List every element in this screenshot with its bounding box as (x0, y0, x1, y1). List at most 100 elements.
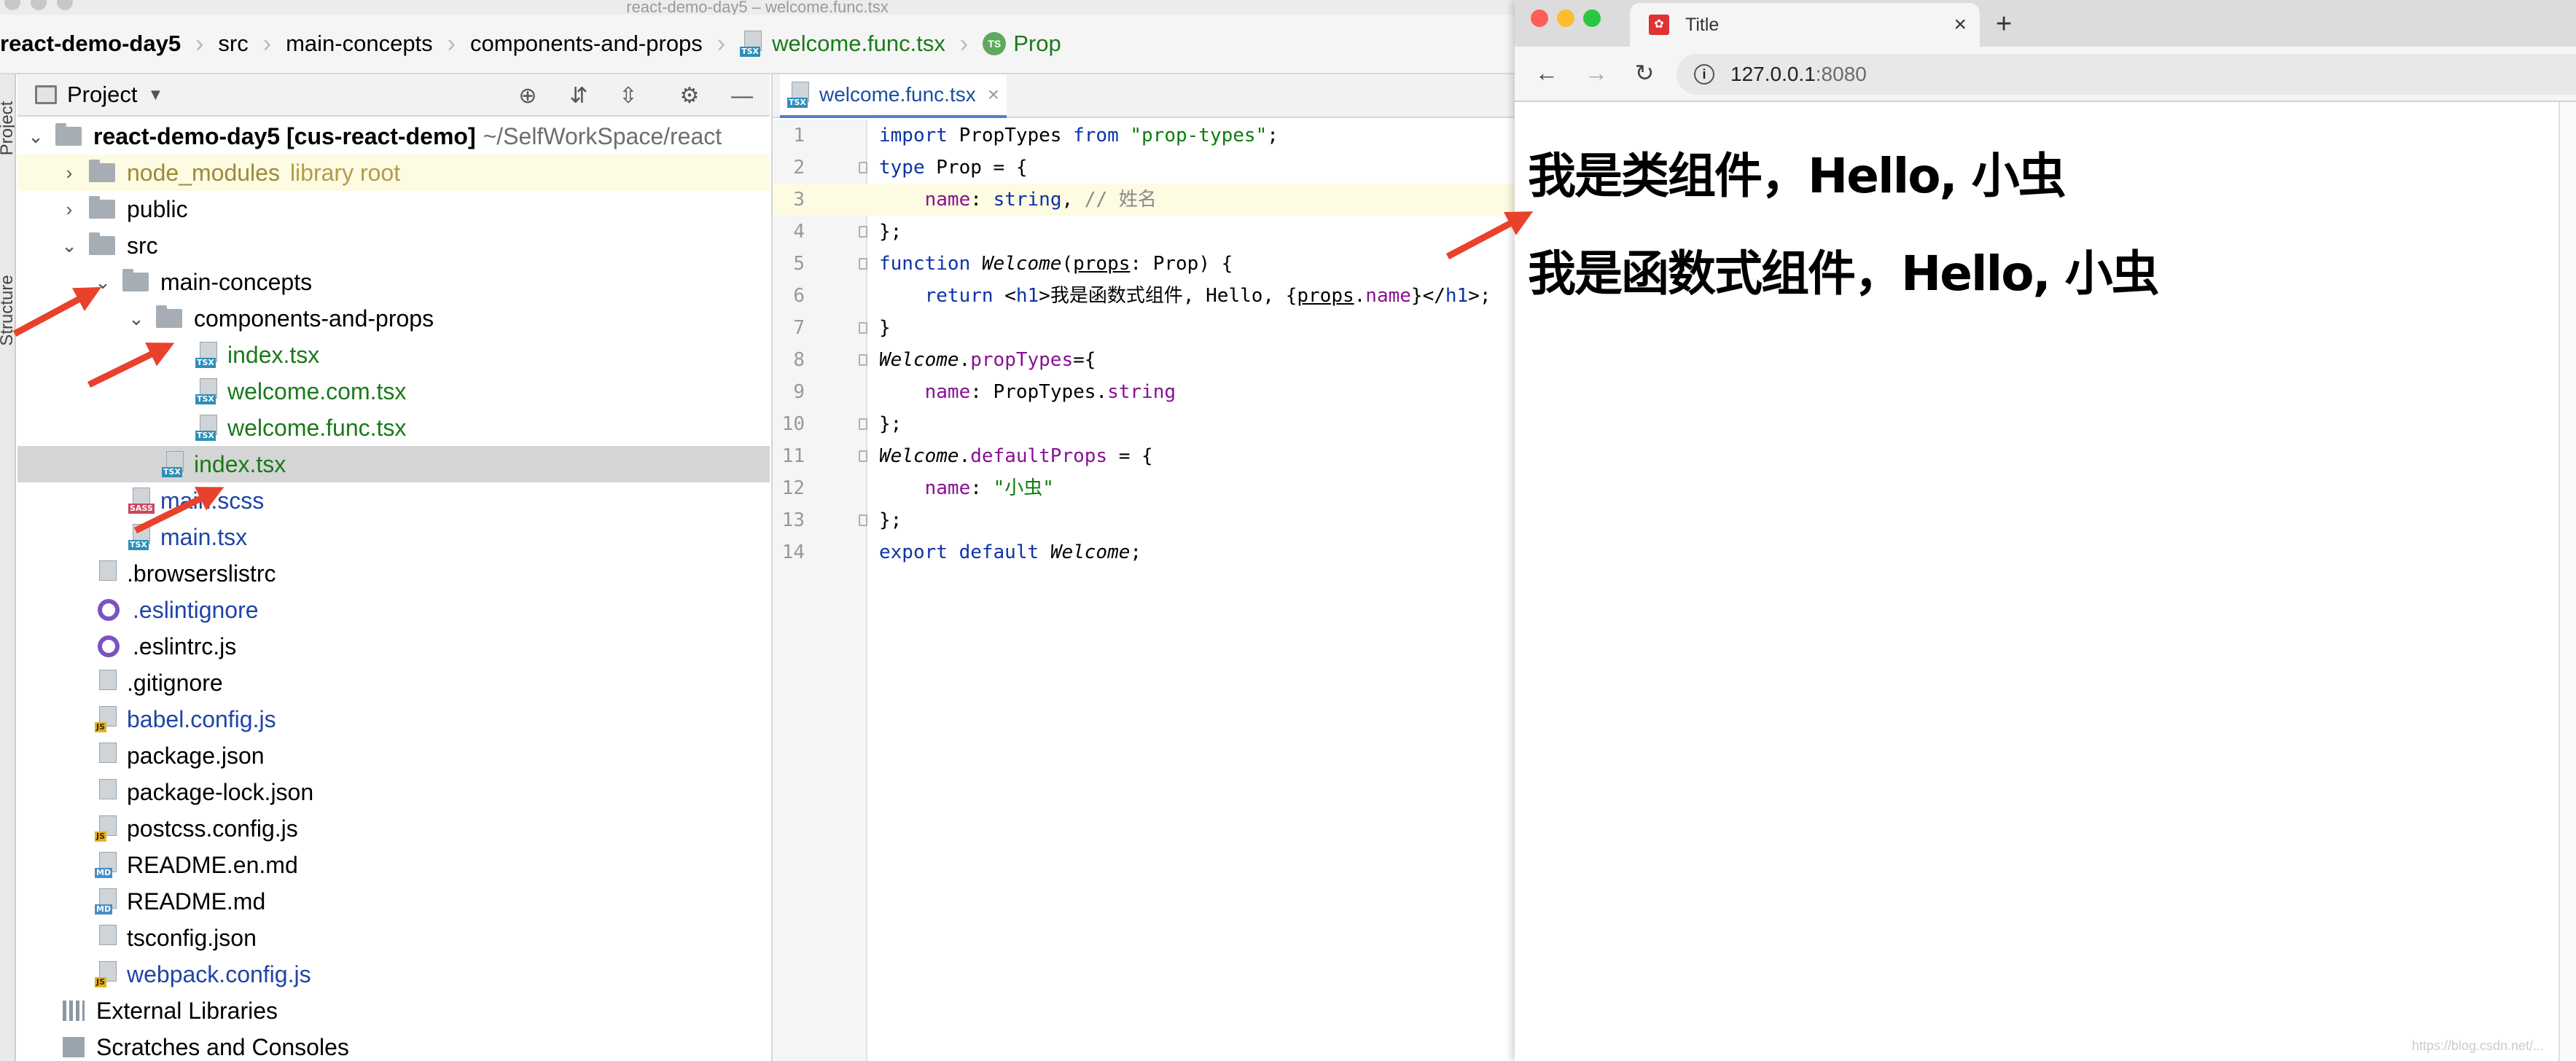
collapse-all-icon[interactable]: ⇳ (615, 83, 641, 109)
browser-tab-bar: ✿ Title × + (1515, 0, 2576, 47)
code-line: 7} (773, 312, 1515, 344)
info-icon[interactable]: i (1694, 64, 1714, 85)
tree-item-label: src (127, 232, 158, 259)
chevron-right-icon[interactable]: › (58, 198, 80, 221)
code-line-current: 3 name: string, // 姓名 (773, 184, 1515, 216)
maximize-window-icon[interactable] (1583, 9, 1601, 27)
project-view-icon (35, 85, 57, 104)
tree-row-external-libraries[interactable]: External Libraries (17, 993, 770, 1029)
tree-row-eslintignore[interactable]: .eslintignore (17, 592, 770, 628)
window-controls[interactable] (4, 0, 83, 12)
tree-row-babel-config[interactable]: JS babel.config.js (17, 701, 770, 737)
tree-item-label: External Libraries (96, 997, 278, 1024)
tree-item-label: welcome.com.tsx (227, 377, 407, 404)
breadcrumb-label: main-concepts (286, 31, 433, 56)
chevron-down-icon[interactable]: ⌄ (125, 308, 147, 330)
structure-tool-tab[interactable]: Structure (0, 267, 15, 354)
markdown-file-icon: MD (95, 852, 118, 878)
tree-row-index-tsx-selected[interactable]: TSX index.tsx (17, 446, 770, 482)
browser-window: ✿ Title × + ← → ↻ i 127.0.0.1:8080 我是类组件… (1515, 0, 2576, 1061)
locate-file-icon[interactable]: ⊕ (515, 83, 541, 109)
browser-tab-title: Title (1685, 14, 1720, 35)
close-icon[interactable]: × (988, 83, 999, 106)
tsx-file-icon: TSX (195, 378, 219, 404)
tree-row-main-scss[interactable]: SASS main.scss (17, 482, 770, 519)
tree-row-tsconfig[interactable]: tsconfig.json (17, 920, 770, 956)
browser-tab[interactable]: ✿ Title × (1630, 3, 1980, 47)
type-alias-icon: TS (983, 32, 1007, 55)
tree-item-label: package-lock.json (127, 778, 314, 805)
reload-icon[interactable]: ↻ (1630, 58, 1659, 87)
breadcrumb: react-demo-day5 › src › main-concepts › … (0, 15, 1515, 74)
favicon-icon: ✿ (1649, 15, 1669, 35)
tree-row-postcss-config[interactable]: JS postcss.config.js (17, 810, 770, 847)
breadcrumb-src[interactable]: src (218, 15, 249, 73)
tree-row-project-root[interactable]: ⌄ react-demo-day5 [cus-react-demo] ~/Sel… (17, 118, 770, 154)
folder-icon (89, 232, 115, 255)
breadcrumb-symbol[interactable]: TS Prop (983, 15, 1061, 73)
project-panel-title[interactable]: Project (67, 82, 137, 108)
back-icon[interactable]: ← (1532, 58, 1561, 87)
tsx-file-icon: TSX (128, 524, 152, 550)
url-port: :8080 (1815, 63, 1867, 85)
tsx-file-icon: TSX (162, 451, 185, 477)
tree-row-webpack-config[interactable]: JS webpack.config.js (17, 956, 770, 993)
code-line: 6 return <h1>我是函数式组件, Hello, {props.name… (773, 280, 1515, 312)
minimize-window-icon[interactable] (1557, 9, 1574, 27)
line-number: 13 (781, 509, 805, 531)
line-number: 4 (793, 221, 805, 243)
line-number: 3 (793, 189, 805, 211)
code-line: 14 export default Welcome; (773, 536, 1515, 568)
hide-panel-icon[interactable]: — (729, 83, 755, 109)
editor-tab-welcome-func[interactable]: TSX welcome.func.tsx × (780, 74, 1007, 118)
forward-icon[interactable]: → (1582, 58, 1611, 87)
tree-row-browserslistrc[interactable]: .browserslistrc (17, 555, 770, 592)
breadcrumb-label: src (218, 31, 249, 56)
tree-row-gitignore[interactable]: .gitignore (17, 665, 770, 701)
tree-row-src[interactable]: ⌄ src (17, 227, 770, 264)
tree-item-label: main.tsx (160, 523, 248, 550)
chevron-down-icon[interactable]: ⌄ (58, 235, 80, 257)
line-number: 14 (781, 541, 805, 563)
tree-row-node-modules[interactable]: › node_modules library root (17, 154, 770, 191)
tree-item-label: babel.config.js (127, 705, 276, 732)
folder-icon (89, 196, 115, 219)
address-bar[interactable]: i 127.0.0.1:8080 (1677, 54, 2576, 95)
tree-row-index-tsx[interactable]: TSX index.tsx (17, 337, 770, 373)
vertical-scrollbar[interactable] (2559, 102, 2576, 1061)
breadcrumb-main-concepts[interactable]: main-concepts (286, 15, 433, 73)
expand-all-icon[interactable]: ⇵ (566, 83, 592, 109)
library-icon (63, 1001, 85, 1021)
tree-row-public[interactable]: › public (17, 191, 770, 227)
breadcrumb-file[interactable]: TSX welcome.func.tsx (740, 15, 945, 73)
gear-icon[interactable]: ⚙ (676, 83, 703, 109)
library-root-label: library root (289, 159, 401, 186)
tree-row-scratches[interactable]: Scratches and Consoles (17, 1029, 770, 1061)
close-window-icon[interactable] (1531, 9, 1548, 27)
new-tab-icon[interactable]: + (1996, 9, 2012, 40)
git-file-icon (95, 670, 118, 696)
code-area[interactable]: 1 import PropTypes from "prop-types"; 2 ty… (773, 120, 1515, 1061)
code-line: 11 Welcome.defaultProps = { (773, 440, 1515, 472)
tree-row-main-tsx[interactable]: TSX main.tsx (17, 519, 770, 555)
tree-row-welcome-com-tsx[interactable]: TSX welcome.com.tsx (17, 373, 770, 410)
tree-row-readme[interactable]: MD README.md (17, 883, 770, 920)
tree-row-eslintrc[interactable]: .eslintrc.js (17, 628, 770, 665)
tree-row-welcome-func-tsx[interactable]: TSX welcome.func.tsx (17, 410, 770, 446)
tree-row-package-lock[interactable]: package-lock.json (17, 774, 770, 810)
breadcrumb-components-and-props[interactable]: components-and-props (470, 15, 703, 73)
function-component-heading: 我是函数式组件，Hello, 小虫 (1528, 246, 2160, 302)
tree-item-label: tsconfig.json (127, 924, 257, 951)
close-icon[interactable]: × (1954, 12, 1967, 37)
chevron-down-icon[interactable]: ⌄ (25, 125, 47, 148)
breadcrumb-project[interactable]: react-demo-day5 (0, 15, 181, 73)
tree-row-readme-en[interactable]: MD README.en.md (17, 847, 770, 883)
tree-row-components-and-props[interactable]: ⌄ components-and-props (17, 300, 770, 337)
tree-row-package-json[interactable]: package.json (17, 737, 770, 774)
tree-row-main-concepts[interactable]: ⌄ main-concepts (17, 264, 770, 300)
chevron-right-icon[interactable]: › (58, 162, 80, 184)
chevron-down-icon[interactable]: ▼ (147, 85, 163, 104)
chevron-down-icon[interactable]: ⌄ (92, 271, 114, 294)
project-tool-tab[interactable]: Project (0, 85, 15, 172)
project-path: ~/SelfWorkSpace/react (483, 122, 722, 149)
